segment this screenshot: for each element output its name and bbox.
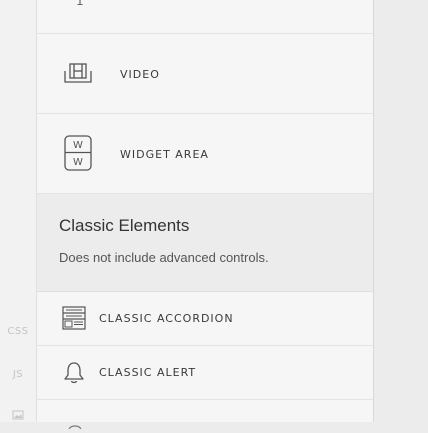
rail-item-css[interactable]: CSS: [0, 326, 36, 337]
video-film-icon: [63, 62, 93, 90]
partial-row-icon: [67, 414, 83, 433]
svg-text:W: W: [73, 157, 83, 168]
element-label-video: VIDEO: [120, 68, 160, 81]
element-label-widget-area: WIDGET AREA: [120, 148, 209, 161]
widget-area-icon: W W: [64, 135, 92, 175]
element-row-widget-area[interactable]: W W WIDGET AREA: [37, 114, 373, 194]
rail-item-js[interactable]: JS: [0, 369, 36, 380]
element-row-partial[interactable]: 1: [37, 0, 373, 34]
element-row-classic-alert[interactable]: CLASSIC ALERT: [37, 346, 373, 400]
classic-elements-description: Does not include advanced controls.: [59, 250, 269, 265]
bell-icon: [63, 361, 85, 389]
accordion-icon: [62, 306, 86, 334]
classic-elements-header: Classic Elements Does not include advanc…: [37, 194, 373, 292]
rail-image-icon[interactable]: [0, 408, 36, 425]
element-row-partial-bottom[interactable]: [37, 400, 373, 430]
partial-row-label: 1: [76, 0, 84, 8]
classic-elements-title: Classic Elements: [59, 216, 190, 235]
element-row-classic-accordion[interactable]: CLASSIC ACCORDION: [37, 292, 373, 346]
element-label-classic-accordion: CLASSIC ACCORDION: [99, 312, 234, 325]
element-row-video[interactable]: VIDEO: [37, 34, 373, 114]
elements-panel: 1 VIDEO W W WIDGET AREA Classic Elements: [37, 0, 374, 430]
canvas-background: [374, 0, 428, 422]
svg-text:W: W: [73, 140, 83, 151]
element-label-classic-alert: CLASSIC ALERT: [99, 366, 197, 379]
left-rail: CSS JS: [0, 0, 37, 422]
